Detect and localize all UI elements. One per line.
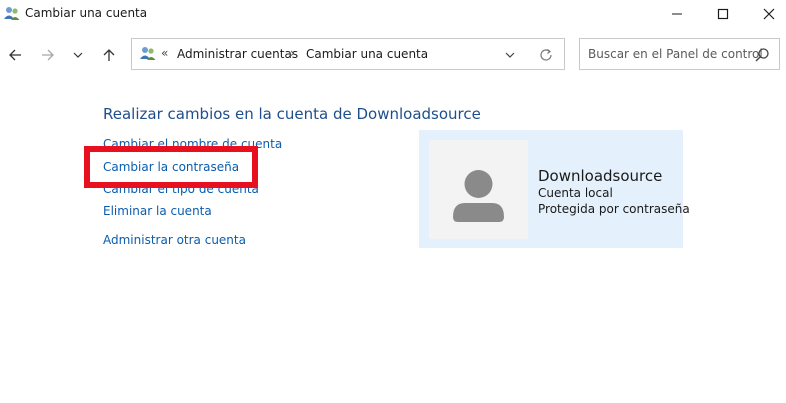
minimize-icon xyxy=(672,13,682,15)
account-protection: Protegida por contraseña xyxy=(538,202,690,216)
account-name: Downloadsource xyxy=(538,167,663,185)
arrow-right-icon xyxy=(42,49,54,61)
breadcrumb-overflow[interactable]: « xyxy=(161,46,168,60)
arrow-left-icon xyxy=(9,49,21,61)
forward-button[interactable] xyxy=(36,42,60,68)
arrow-up-icon xyxy=(103,49,115,61)
breadcrumb-administrar-cuentas[interactable]: Administrar cuentas xyxy=(177,47,298,61)
chevron-down-icon xyxy=(505,52,515,58)
link-administrar-otra-cuenta[interactable]: Administrar otra cuenta xyxy=(103,233,246,247)
user-avatar-icon xyxy=(453,170,504,222)
up-button[interactable] xyxy=(97,42,121,68)
refresh-icon xyxy=(540,49,552,61)
account-type: Cuenta local xyxy=(538,186,613,200)
users-icon xyxy=(139,45,157,63)
maximize-icon xyxy=(717,8,729,20)
account-card: Downloadsource Cuenta local Protegida po… xyxy=(419,130,690,248)
avatar xyxy=(429,140,528,239)
users-icon xyxy=(3,5,21,23)
close-icon xyxy=(763,8,775,20)
link-eliminar-cuenta[interactable]: Eliminar la cuenta xyxy=(103,204,212,218)
chevron-down-icon xyxy=(73,52,83,58)
breadcrumb-separator[interactable]: › xyxy=(290,46,295,60)
maximize-button[interactable] xyxy=(700,0,746,28)
search-input[interactable]: Buscar en el Panel de control xyxy=(579,38,780,70)
recent-locations-button[interactable] xyxy=(67,42,89,68)
address-bar[interactable]: « Administrar cuentas › Cambiar una cuen… xyxy=(131,38,565,70)
link-cambiar-contrasena[interactable]: Cambiar la contraseña xyxy=(103,160,239,174)
back-button[interactable] xyxy=(3,42,27,68)
window-title: Cambiar una cuenta xyxy=(25,6,148,20)
search-placeholder: Buscar en el Panel de control xyxy=(588,47,763,61)
refresh-button[interactable] xyxy=(536,45,556,65)
search-icon[interactable] xyxy=(754,47,770,63)
minimize-button[interactable] xyxy=(654,0,700,28)
close-button[interactable] xyxy=(746,0,786,28)
title-bar: Cambiar una cuenta xyxy=(0,0,786,28)
page-title: Realizar cambios en la cuenta de Downloa… xyxy=(103,105,481,123)
breadcrumb-cambiar-una-cuenta[interactable]: Cambiar una cuenta xyxy=(306,47,428,61)
address-dropdown-button[interactable] xyxy=(502,47,518,63)
